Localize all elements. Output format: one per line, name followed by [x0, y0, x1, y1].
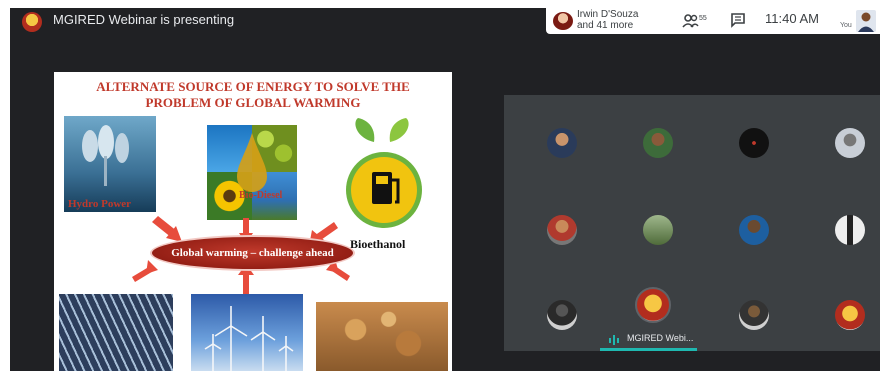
- meeting-clock: 11:40 AM: [765, 11, 819, 26]
- shared-slide: ALTERNATE SOURCE OF ENERGY TO SOLVE THE …: [54, 72, 452, 371]
- participant-avatar-9[interactable]: [547, 300, 577, 330]
- participants-summary-line2: and 41 more: [577, 20, 634, 31]
- wind-turbines-image: [191, 294, 303, 371]
- top-bar: MGIRED Webinar is presenting Irwin D'Sou…: [10, 8, 880, 34]
- audio-level-icon: [609, 335, 619, 345]
- participant-avatar-5[interactable]: [547, 215, 577, 245]
- meeting-controls: 55 11:40 AM You: [666, 8, 880, 34]
- people-count: 55: [699, 15, 707, 22]
- participants-summary-line1: Irwin D'Souza: [577, 9, 639, 20]
- participant-avatar-7[interactable]: [739, 215, 769, 245]
- participant-avatar-10[interactable]: [739, 300, 769, 330]
- presenter-name: MGIRED Webi...: [627, 333, 694, 343]
- participant-avatar-11[interactable]: [835, 300, 865, 330]
- global-warming-label: Global warming – challenge ahead: [171, 247, 334, 259]
- solar-panels-image: [59, 294, 173, 371]
- participants-pill[interactable]: Irwin D'Souza and 41 more: [546, 8, 666, 34]
- people-icon[interactable]: 55: [682, 12, 710, 30]
- participant-avatar-3[interactable]: [739, 128, 769, 158]
- presenting-indicator: [600, 348, 697, 351]
- chat-icon[interactable]: [730, 12, 746, 28]
- presenter-logo-icon: [22, 12, 42, 32]
- presenting-status: MGIRED Webinar is presenting: [53, 12, 235, 27]
- self-label: You: [840, 22, 852, 29]
- participant-avatar-2[interactable]: [643, 128, 673, 158]
- presenter-tile[interactable]: MGIRED Webi...: [600, 287, 697, 351]
- participants-summary: Irwin D'Souza and 41 more: [577, 9, 638, 31]
- participant-avatar-4[interactable]: [835, 128, 865, 158]
- biomass-chips-image: [316, 302, 448, 371]
- global-warming-ellipse: Global warming – challenge ahead: [150, 235, 355, 271]
- self-avatar[interactable]: [856, 10, 876, 32]
- participant-grid: [504, 95, 880, 351]
- participant-avatar-6[interactable]: [643, 215, 673, 245]
- participant-avatar: [553, 12, 573, 30]
- wind-turbine-illustration: [204, 306, 294, 371]
- participant-avatar-1[interactable]: [547, 128, 577, 158]
- meet-window: MGIRED Webinar is presenting Irwin D'Sou…: [10, 8, 880, 371]
- participant-avatar-8[interactable]: [835, 215, 865, 245]
- presenter-avatar: [635, 287, 671, 323]
